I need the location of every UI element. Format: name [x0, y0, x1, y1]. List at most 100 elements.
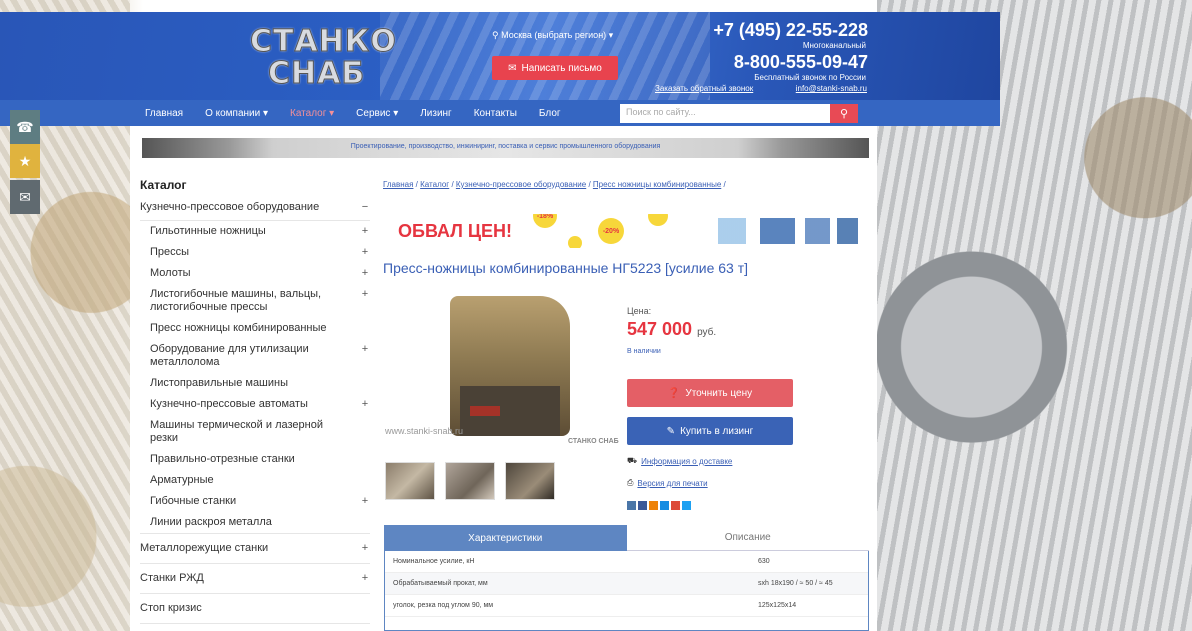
odnoklassniki-icon[interactable]	[649, 501, 658, 510]
catalog-subitem[interactable]: Правильно-отрезные станки	[140, 449, 370, 470]
subitem-label: Оборудование для утилизации металлолома	[150, 343, 309, 368]
spec-value: sxh 18x190 / ≈ 50 / ≈ 45	[758, 580, 833, 587]
thumbnail-3[interactable]	[505, 462, 555, 500]
catalog-subitem[interactable]: Оборудование для утилизации металлолома +	[140, 339, 370, 373]
vk-icon[interactable]	[627, 501, 636, 510]
nav-about[interactable]: О компании ▾	[205, 108, 268, 119]
delivery-info-link[interactable]: ⛟ Информация о доставке	[627, 456, 732, 466]
nav-home[interactable]: Главная	[145, 108, 183, 119]
mail-side-button[interactable]: ✉	[10, 180, 40, 214]
expand-icon[interactable]: +	[360, 246, 370, 259]
google-plus-icon[interactable]	[671, 501, 680, 510]
spec-key: уголок, резка под углом 90, мм	[393, 602, 494, 609]
breadcrumb-subcategory[interactable]: Пресс ножницы комбинированные	[593, 180, 721, 189]
catalog-item-rzd[interactable]: Станки РЖД +	[140, 564, 370, 594]
edit-icon: ✎	[666, 425, 676, 437]
catalog-subitem[interactable]: Кузнечно-прессовые автоматы +	[140, 394, 370, 415]
subitem-label: Прессы	[150, 246, 190, 258]
clarify-price-label: Уточнить цену	[685, 387, 753, 399]
image-logo: СТАНКО СНАБ	[568, 438, 619, 445]
catalog-subitem[interactable]: Машины термической и лазерной резки	[140, 415, 370, 449]
table-row: Обрабатываемый прокат, мм sxh 18x190 / ≈ …	[385, 573, 868, 595]
expand-icon[interactable]: +	[360, 288, 370, 314]
phone-tollfree[interactable]: 8-800-555-09-47	[734, 52, 868, 73]
envelope-icon: ✉	[508, 62, 517, 74]
phone-icon: ☎	[16, 118, 34, 135]
print-version-label: Версия для печати	[637, 478, 708, 488]
subitem-label: Машины термической и лазерной резки	[150, 419, 323, 444]
nav-contacts[interactable]: Контакты	[474, 108, 517, 119]
envelope-icon: ✉	[19, 188, 31, 205]
breadcrumb-category[interactable]: Кузнечно-прессовое оборудование	[456, 180, 586, 189]
catalog-subitem[interactable]: Листогибочные машины, вальцы, листогибоч…	[140, 284, 370, 318]
catalog-subitem[interactable]: Линии раскроя металла	[140, 512, 370, 534]
delivery-info-label: Информация о доставке	[641, 456, 733, 466]
breadcrumb-home[interactable]: Главная	[383, 180, 413, 189]
catalog-item-forging[interactable]: Кузнечно-прессовое оборудование −	[140, 198, 370, 221]
callback-link[interactable]: Заказать обратный звонок	[655, 84, 753, 93]
subitem-sign	[360, 516, 370, 529]
subitem-sign	[360, 474, 370, 487]
catalog-subitem[interactable]: Листоправильные машины	[140, 373, 370, 394]
expand-icon[interactable]: +	[360, 572, 370, 585]
product-main-image[interactable]	[420, 286, 600, 446]
slogan-banner: Проектирование, производство, инжиниринг…	[142, 138, 869, 158]
main-content: Проектирование, производство, инжиниринг…	[130, 126, 877, 631]
subitem-label: Гильотинные ножницы	[150, 225, 266, 237]
favorites-side-button[interactable]: ★	[10, 144, 40, 178]
site-logo[interactable]: СТАНКО СНАБ	[238, 22, 398, 94]
tab-specs[interactable]: Характеристики	[384, 525, 627, 551]
catalog-subitem[interactable]: Арматурные	[140, 470, 370, 491]
machine-image-detail	[470, 406, 500, 416]
expand-icon[interactable]: +	[360, 343, 370, 369]
expand-icon[interactable]: +	[360, 225, 370, 238]
printer-icon: ⎙	[627, 478, 634, 487]
subitem-sign	[360, 453, 370, 466]
collapse-icon[interactable]: −	[360, 201, 370, 214]
twitter-icon[interactable]	[682, 501, 691, 510]
decor-bubble	[648, 214, 668, 226]
clarify-price-button[interactable]: ❓ Уточнить цену	[627, 379, 793, 407]
email-link[interactable]: info@stanki-snab.ru	[796, 84, 867, 93]
subitem-label: Арматурные	[150, 474, 214, 486]
catalog-item-label: Станки РЖД	[140, 572, 204, 584]
nav-blog[interactable]: Блог	[539, 108, 561, 119]
price-currency: руб.	[697, 327, 717, 338]
promo-machines-image	[718, 218, 858, 244]
nav-catalog[interactable]: Каталог ▾	[290, 108, 334, 119]
thumbnail-2[interactable]	[445, 462, 495, 500]
search-input[interactable]: Поиск по сайту...	[620, 104, 830, 123]
catalog-subitem-active[interactable]: Пресс ножницы комбинированные	[140, 318, 370, 339]
search-button[interactable]: ⚲	[830, 104, 858, 123]
mail-ru-icon[interactable]	[660, 501, 669, 510]
discount-badge: -18%	[533, 214, 557, 228]
facebook-icon[interactable]	[638, 501, 647, 510]
tab-description[interactable]: Описание	[626, 525, 869, 551]
catalog-subitem[interactable]: Молоты +	[140, 263, 370, 284]
spec-key: Номинальное усилие, кН	[393, 558, 475, 565]
specs-table: Номинальное усилие, кН 630 Обрабатываемый…	[384, 551, 869, 631]
expand-icon[interactable]: +	[360, 398, 370, 411]
callback-side-button[interactable]: ☎	[10, 110, 40, 144]
expand-icon[interactable]: +	[360, 495, 370, 508]
write-letter-button[interactable]: ✉ Написать письмо	[492, 56, 618, 80]
phone-primary[interactable]: +7 (495) 22-55-228	[713, 20, 868, 41]
print-version-link[interactable]: ⎙ Версия для печати	[627, 478, 708, 488]
region-selector[interactable]: ⚲ Москва (выбрать регион) ▾	[492, 30, 613, 41]
buy-leasing-button[interactable]: ✎ Купить в лизинг	[627, 417, 793, 445]
catalog-item-label: Металлорежущие станки	[140, 542, 269, 554]
expand-icon[interactable]: +	[360, 267, 370, 280]
breadcrumb-catalog[interactable]: Каталог	[420, 180, 449, 189]
catalog-subitem[interactable]: Гибочные станки +	[140, 491, 370, 512]
thumbnail-1[interactable]	[385, 462, 435, 500]
nav-service[interactable]: Сервис ▾	[356, 108, 398, 119]
catalog-subitem[interactable]: Гильотинные ножницы +	[140, 221, 370, 242]
catalog-subitem[interactable]: Прессы +	[140, 242, 370, 263]
promo-banner[interactable]: ОБВАЛ ЦЕН! -18% -20%	[383, 214, 868, 248]
product-thumbnails	[385, 462, 555, 500]
expand-icon[interactable]: +	[360, 542, 370, 555]
catalog-title: Каталог	[140, 178, 187, 192]
catalog-item-stop-crisis[interactable]: Стоп кризис	[140, 594, 370, 624]
catalog-item-metalcutting[interactable]: Металлорежущие станки +	[140, 534, 370, 564]
nav-leasing[interactable]: Лизинг	[420, 108, 452, 119]
